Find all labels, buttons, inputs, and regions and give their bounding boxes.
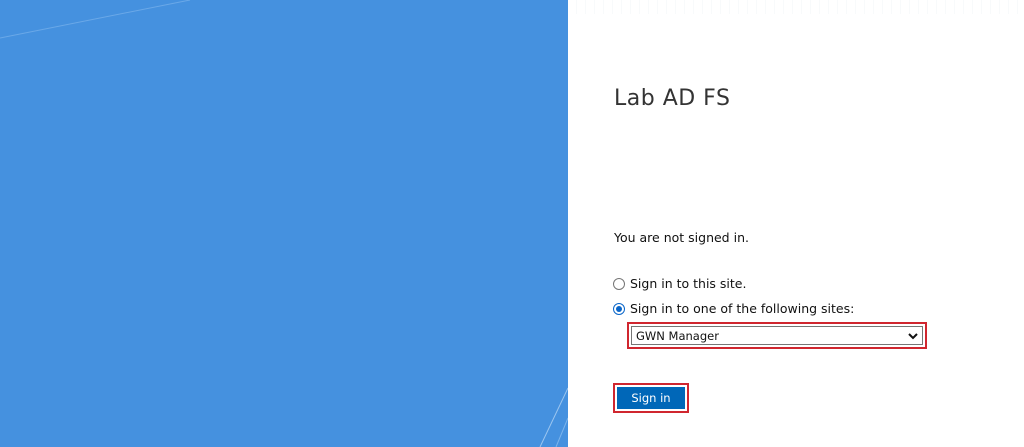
site-select-value: GWN Manager bbox=[636, 328, 719, 343]
site-select[interactable]: GWN Manager bbox=[631, 326, 923, 345]
signin-panel: Lab AD FS You are not signed in. Sign in… bbox=[568, 0, 1024, 447]
site-select-highlight: GWN Manager bbox=[627, 322, 927, 349]
illustration-line-bottom-2 bbox=[555, 417, 568, 447]
illustration-line-top bbox=[0, 0, 191, 39]
adfs-signin-page: Lab AD FS You are not signed in. Sign in… bbox=[0, 0, 1024, 447]
page-title: Lab AD FS bbox=[614, 86, 731, 111]
sign-in-button[interactable]: Sign in bbox=[617, 387, 685, 409]
option-label-sign-in-other-site: Sign in to one of the following sites: bbox=[630, 301, 855, 316]
radio-sign-in-other-site[interactable] bbox=[613, 302, 625, 315]
top-strip bbox=[568, 0, 1024, 14]
radio-sign-in-this-site[interactable] bbox=[613, 277, 625, 290]
signin-button-highlight: Sign in bbox=[613, 383, 689, 413]
option-sign-in-this-site[interactable]: Sign in to this site. bbox=[613, 276, 746, 291]
illustration-line-bottom bbox=[539, 387, 568, 447]
chevron-down-icon bbox=[908, 332, 918, 339]
option-label-sign-in-this-site: Sign in to this site. bbox=[630, 276, 747, 291]
option-sign-in-other-site[interactable]: Sign in to one of the following sites: bbox=[613, 301, 854, 316]
signin-status-text: You are not signed in. bbox=[614, 230, 749, 245]
background-illustration bbox=[0, 0, 568, 447]
illustration-lines-graphic bbox=[0, 0, 568, 447]
